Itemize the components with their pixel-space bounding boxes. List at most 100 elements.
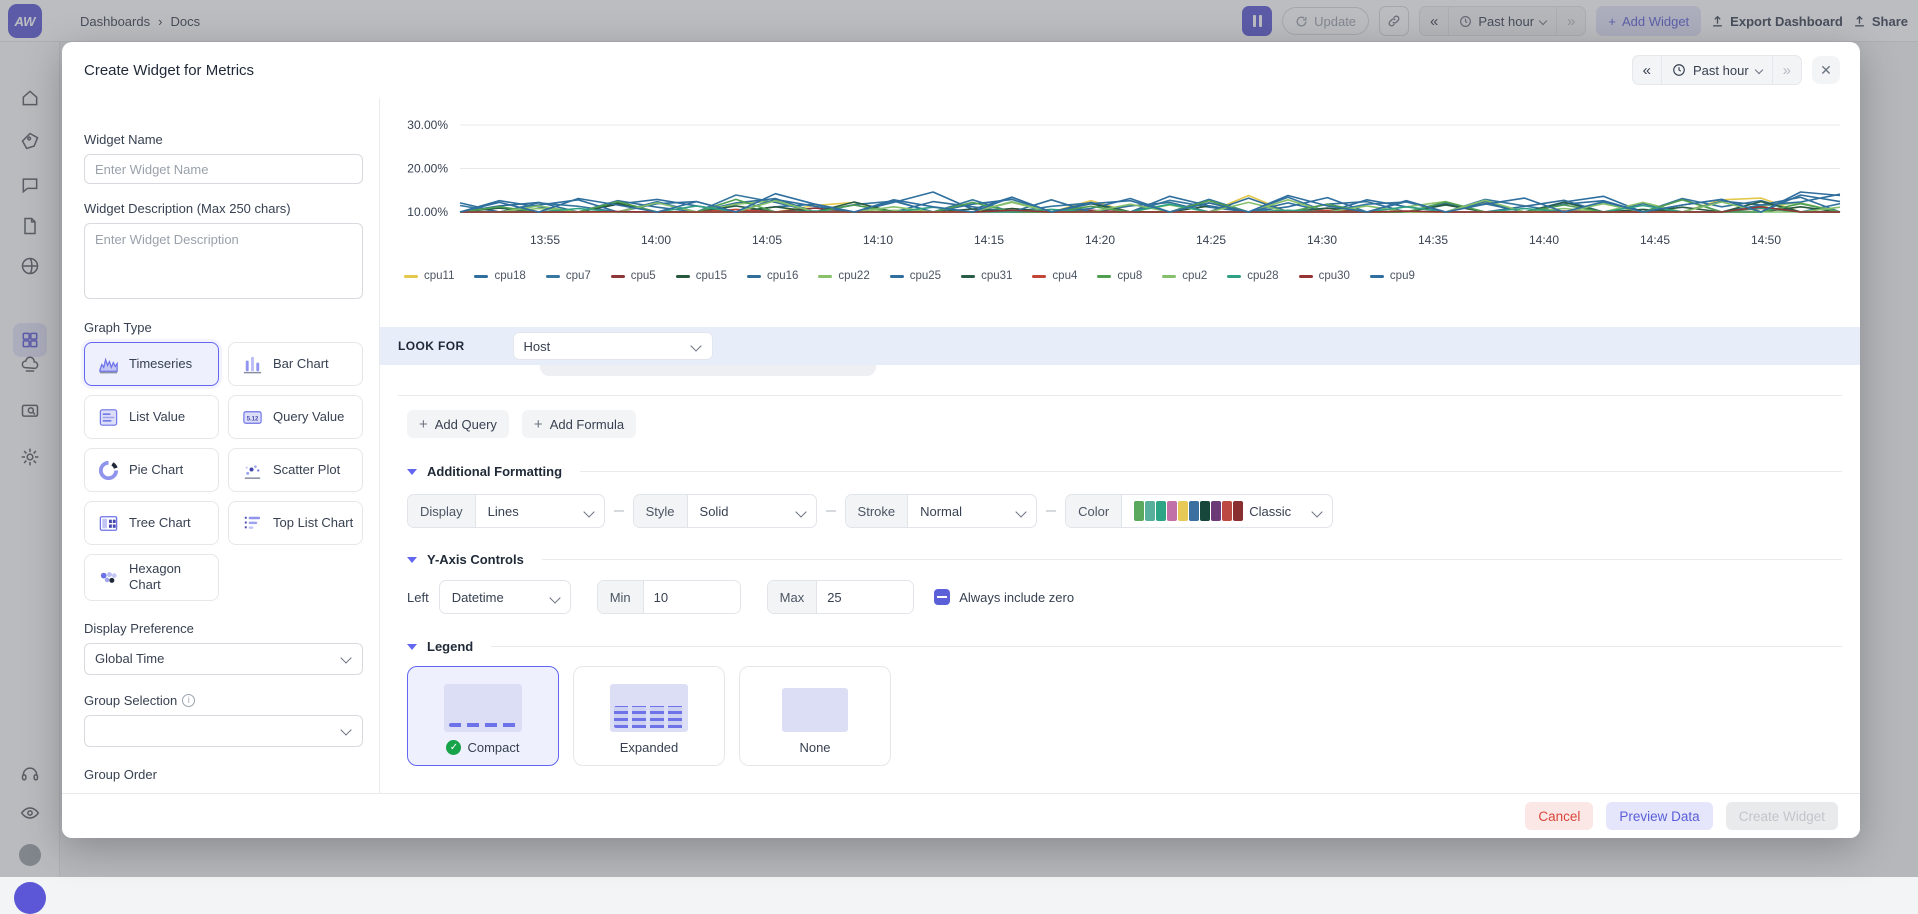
legend-item[interactable]: cpu22 (818, 270, 869, 282)
graph-type-scatter-plot[interactable]: Scatter Plot (228, 448, 363, 492)
chart-legend: cpu11 cpu18 cpu7 cpu5 cpu15 cpu16 cpu22 cpu25 cp… (404, 270, 1834, 282)
graph-type-list-value[interactable]: List Value (84, 395, 219, 439)
legend-item[interactable]: cpu18 (474, 270, 525, 282)
look-for-bar: LOOK FOR Host (380, 327, 1860, 365)
legend-item[interactable]: cpu9 (1370, 270, 1415, 282)
legend-item[interactable]: cpu25 (890, 270, 941, 282)
legend-item[interactable]: cpu15 (676, 270, 727, 282)
graph-type-tree-chart[interactable]: Tree Chart (84, 501, 219, 545)
palette-swatch (1189, 501, 1199, 521)
legend-item[interactable]: cpu8 (1097, 270, 1142, 282)
plus-icon: + (419, 416, 428, 433)
graph-type-top-list-chart[interactable]: Top List Chart (228, 501, 363, 545)
modal-time-range-dropdown[interactable]: Past hour (1661, 56, 1772, 84)
left-axis-select[interactable]: Datetime (440, 581, 570, 613)
legend-item[interactable]: cpu5 (611, 270, 656, 282)
chevron-down-icon (690, 340, 701, 351)
hexagon-chart-icon (97, 566, 120, 589)
timeseries-chart[interactable]: 30.00%20.00%10.00%13:5514:0014:0514:1014… (395, 98, 1845, 250)
divider (580, 471, 1842, 472)
chevron-down-icon (583, 506, 594, 517)
pie-chart-icon (97, 459, 120, 482)
legend-item[interactable]: cpu7 (546, 270, 591, 282)
y-axis-controls-header[interactable]: Y-Axis Controls (407, 552, 1842, 567)
divider (1046, 510, 1056, 512)
chevron-down-icon (340, 724, 351, 735)
palette-swatch (1156, 501, 1166, 521)
y-axis-row: Left Datetime Min Max Always include zer… (407, 580, 1074, 614)
display-select[interactable]: Lines (476, 495, 604, 527)
legend-item[interactable]: cpu2 (1162, 270, 1207, 282)
look-for-select[interactable]: Host (513, 332, 713, 360)
display-preference-select[interactable]: Global Time (84, 643, 363, 675)
group-selection-select[interactable] (84, 715, 363, 747)
widget-preview-panel: 30.00%20.00%10.00%13:5514:0014:0514:1014… (380, 98, 1860, 793)
always-include-zero-checkbox[interactable] (934, 589, 950, 605)
group-order-label: Group Order (84, 767, 363, 782)
svg-text:5.12: 5.12 (247, 416, 259, 422)
color-select[interactable]: Classic (1122, 495, 1332, 527)
chevron-down-icon (549, 592, 560, 603)
svg-text:13:55: 13:55 (530, 233, 560, 247)
cancel-button[interactable]: Cancel (1525, 802, 1593, 830)
svg-text:14:15: 14:15 (974, 233, 1004, 247)
info-icon: i (182, 694, 195, 707)
legend-option-expanded[interactable]: Expanded (573, 666, 725, 766)
legend-option-none[interactable]: None (739, 666, 891, 766)
divider (614, 510, 624, 512)
add-query-button[interactable]: + Add Query (407, 410, 509, 438)
check-icon: ✓ (446, 740, 461, 755)
style-select[interactable]: Solid (688, 495, 816, 527)
left-axis-control: Datetime (439, 580, 571, 614)
bar-chart-icon (241, 353, 264, 376)
stroke-label: Stroke (846, 495, 909, 527)
create-widget-button[interactable]: Create Widget (1726, 802, 1838, 830)
scatter-plot-icon (241, 459, 264, 482)
min-input[interactable] (644, 581, 740, 613)
legend-option-compact[interactable]: ✓ Compact (407, 666, 559, 766)
graph-type-pie-chart[interactable]: Pie Chart (84, 448, 219, 492)
none-legend-thumbnail (782, 688, 848, 732)
additional-formatting-header[interactable]: Additional Formatting (407, 464, 1842, 479)
add-formula-button[interactable]: + Add Formula (522, 410, 636, 438)
left-axis-label: Left (407, 590, 429, 605)
stroke-select[interactable]: Normal (908, 495, 1036, 527)
always-include-zero-label: Always include zero (959, 590, 1074, 605)
legend-item[interactable]: cpu28 (1227, 270, 1278, 282)
style-label: Style (634, 495, 688, 527)
modal-title: Create Widget for Metrics (84, 62, 254, 79)
widget-name-input[interactable] (84, 154, 363, 184)
graph-type-hexagon-chart[interactable]: Hexagon Chart (84, 554, 219, 601)
color-label: Color (1066, 495, 1122, 527)
palette-swatch (1200, 501, 1210, 521)
divider (826, 510, 836, 512)
palette-swatch (1178, 501, 1188, 521)
graph-type-bar-chart[interactable]: Bar Chart (228, 342, 363, 386)
svg-text:14:35: 14:35 (1418, 233, 1448, 247)
palette-swatch (1167, 501, 1177, 521)
legend-item[interactable]: cpu31 (961, 270, 1012, 282)
chevron-down-icon (340, 652, 351, 663)
widget-name-label: Widget Name (84, 132, 363, 147)
graph-type-timeseries[interactable]: Timeseries (84, 342, 219, 386)
close-icon[interactable]: ✕ (1812, 56, 1840, 84)
palette-swatch (1222, 501, 1232, 521)
modal-time-forward-button[interactable]: » (1772, 56, 1801, 84)
legend-item[interactable]: cpu4 (1032, 270, 1077, 282)
display-control: Display Lines (407, 494, 605, 528)
chevron-down-icon (1312, 506, 1323, 517)
modal-time-back-button[interactable]: « (1633, 56, 1661, 84)
collapsed-query-remnant (540, 365, 876, 376)
look-for-label: LOOK FOR (398, 339, 465, 353)
legend-item[interactable]: cpu11 (404, 270, 454, 282)
divider (398, 395, 1842, 396)
legend-item[interactable]: cpu30 (1299, 270, 1350, 282)
widget-description-input[interactable] (84, 223, 363, 299)
user-avatar[interactable] (14, 882, 46, 914)
display-label: Display (408, 495, 476, 527)
preview-data-button[interactable]: Preview Data (1606, 802, 1712, 830)
legend-section-header[interactable]: Legend (407, 639, 1842, 654)
max-input[interactable] (817, 581, 913, 613)
graph-type-query-value[interactable]: 5.12 Query Value (228, 395, 363, 439)
legend-item[interactable]: cpu16 (747, 270, 798, 282)
